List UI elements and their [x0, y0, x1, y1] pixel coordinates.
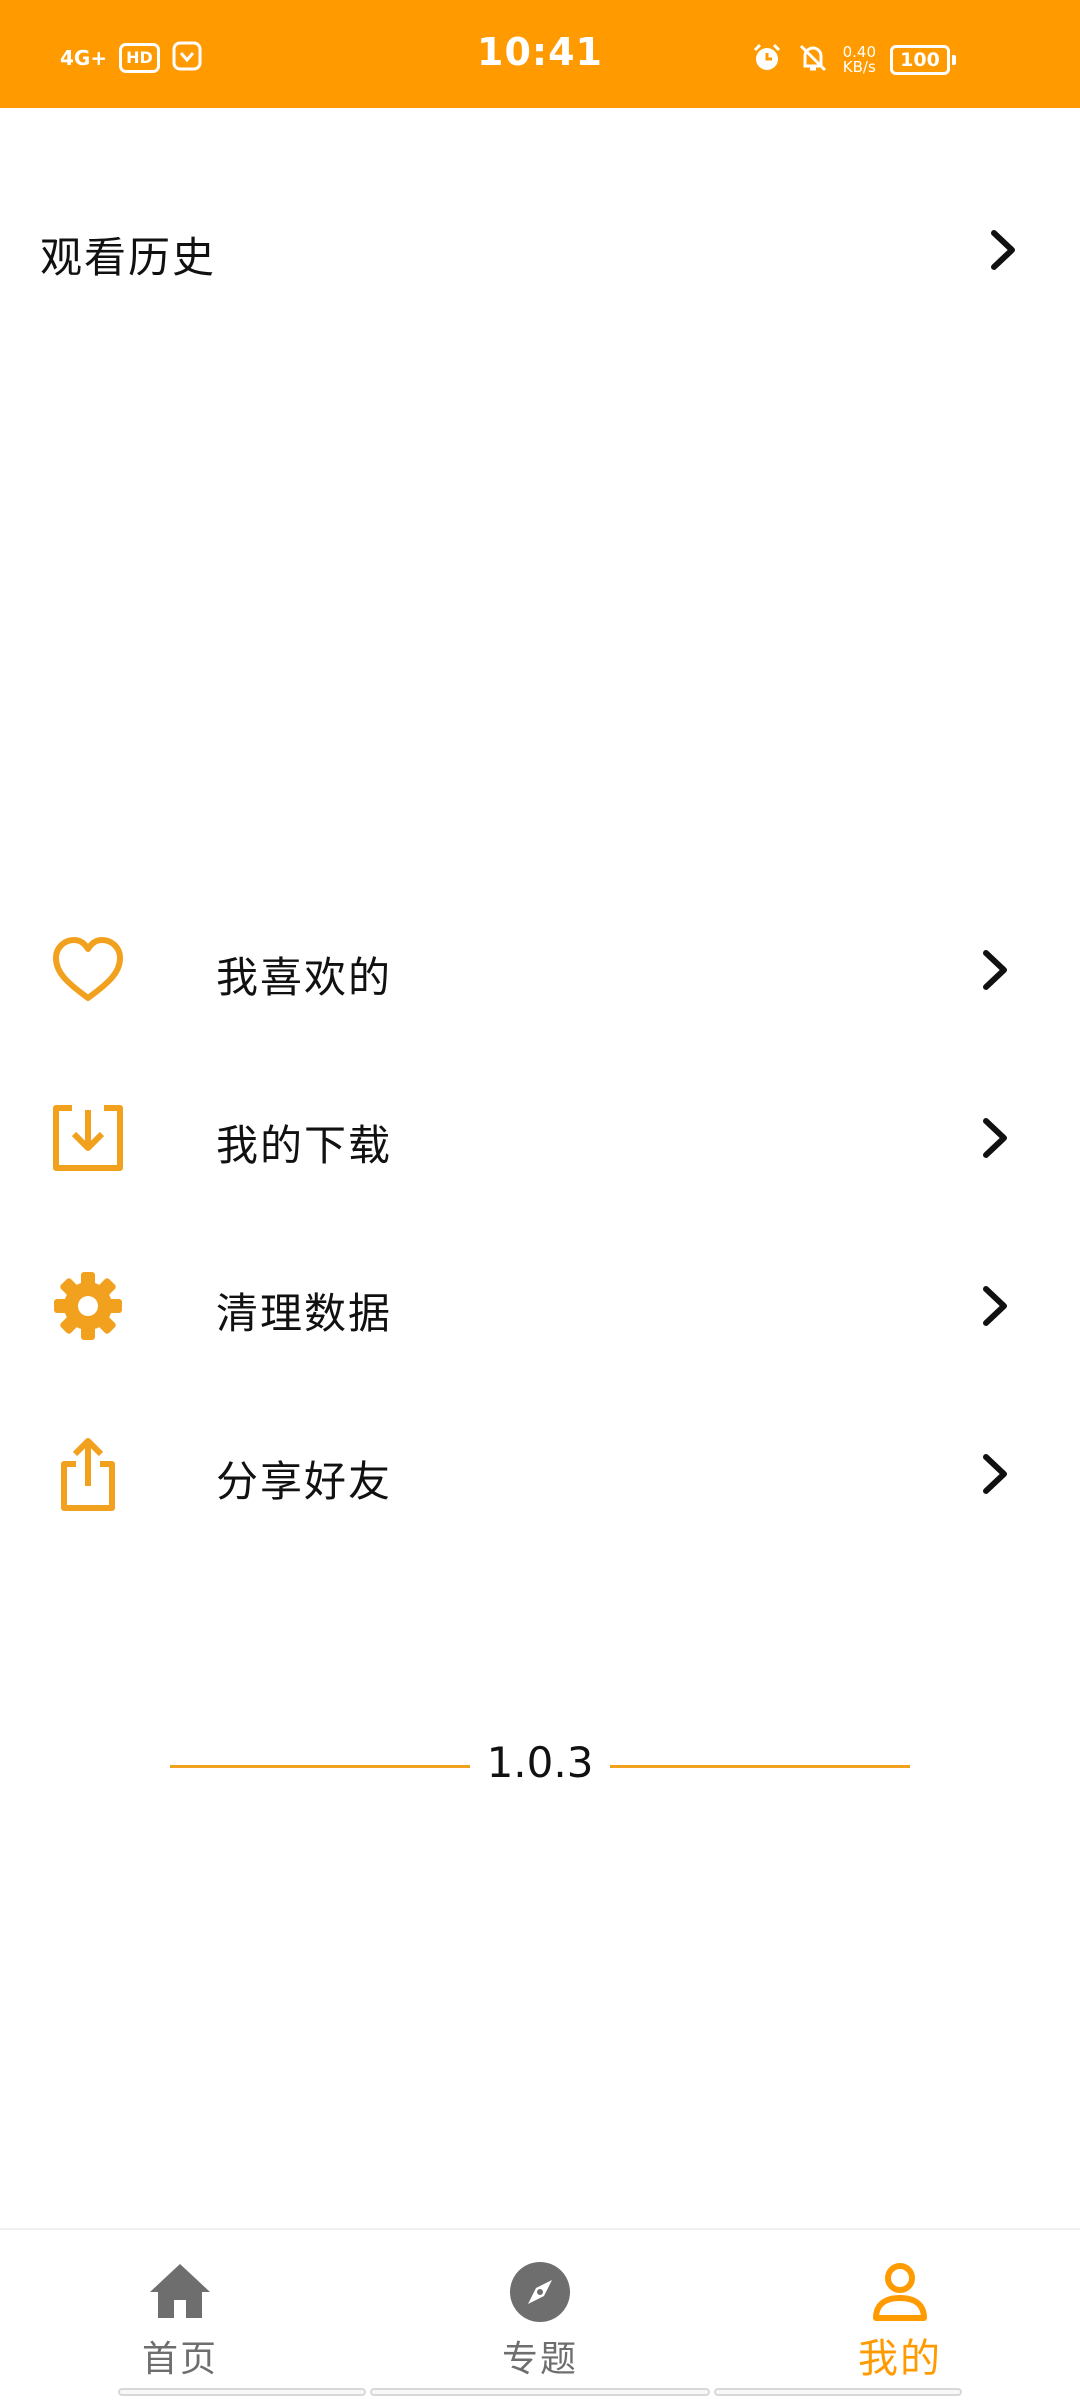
mute-bell-icon [797, 42, 829, 78]
nav-tab-home[interactable]: 首页 [0, 2230, 360, 2402]
chevron-right-icon [976, 1113, 1016, 1163]
version-divider-right [610, 1765, 910, 1768]
speed-unit: KB/s [842, 58, 876, 76]
heart-icon [48, 930, 128, 1010]
watch-history-label: 观看历史 [40, 233, 217, 282]
menu-item-clear-data[interactable]: 清理数据 [0, 1222, 1080, 1390]
status-right: 0.40 KB/s 100 [751, 40, 956, 80]
chevron-right-icon [976, 1449, 1016, 1499]
battery-icon: 100 [890, 45, 956, 75]
alarm-icon [751, 42, 783, 78]
gear-icon [48, 1266, 128, 1346]
user-icon [868, 2260, 932, 2324]
chevron-right-icon [984, 225, 1024, 275]
menu-item-label: 清理数据 [216, 1289, 393, 1338]
gesture-bar-segment [714, 2388, 962, 2396]
menu-item-share[interactable]: 分享好友 [0, 1390, 1080, 1558]
menu-item-downloads[interactable]: 我的下载 [0, 1054, 1080, 1222]
version-divider-left [170, 1765, 470, 1768]
menu-item-label: 我的下载 [216, 1121, 393, 1170]
nav-tab-topics[interactable]: 专题 [360, 2230, 720, 2402]
gesture-bar-segment [118, 2388, 366, 2396]
gesture-bar-segment [370, 2388, 710, 2396]
chevron-right-icon [976, 945, 1016, 995]
app-version: 1.0.3 [486, 1738, 594, 1787]
nav-tab-label: 我的 [858, 2336, 942, 2382]
share-icon [48, 1434, 128, 1514]
menu-item-label: 我喜欢的 [216, 953, 393, 1002]
bottom-navigation: 首页 专题 我的 [0, 2228, 1080, 2400]
status-bar: 4G+ HD 10:41 0.40 KB/s 100 [0, 0, 1080, 108]
chevron-right-icon [976, 1281, 1016, 1331]
menu-item-favorites[interactable]: 我喜欢的 [0, 886, 1080, 1054]
compass-icon [508, 2260, 572, 2324]
menu-item-label: 分享好友 [216, 1457, 393, 1506]
network-speed: 0.40 KB/s [843, 45, 876, 75]
home-icon [148, 2260, 212, 2324]
nav-tab-label: 首页 [141, 2339, 218, 2380]
watch-history-row[interactable]: 观看历史 [0, 200, 1080, 300]
nav-tab-mine[interactable]: 我的 [720, 2230, 1080, 2402]
nav-tab-label: 专题 [501, 2339, 578, 2380]
download-icon [48, 1098, 128, 1178]
